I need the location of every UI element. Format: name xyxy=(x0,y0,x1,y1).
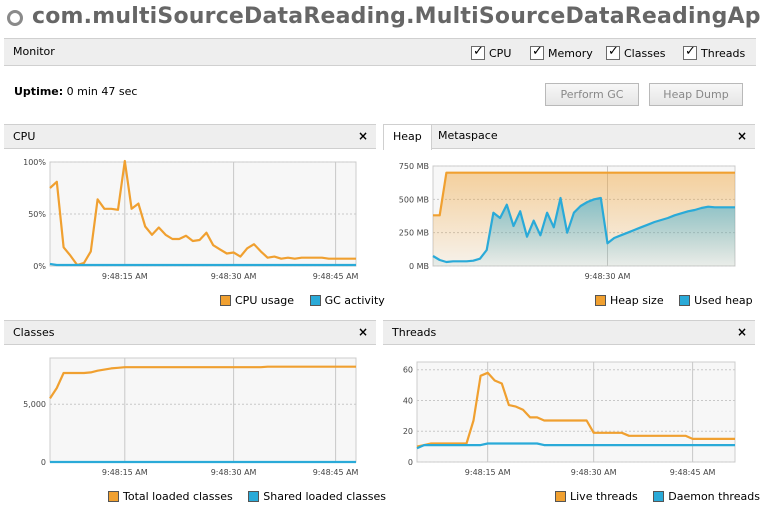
legend-swatch xyxy=(309,295,321,306)
legend-label: Used heap xyxy=(694,293,753,307)
checkmark-icon xyxy=(471,44,485,60)
classes-chart: 0 5,000 9:48:15 AM 9:48:30 AM 9:48:45 AM xyxy=(23,357,359,477)
checkmark-icon xyxy=(606,44,620,60)
cpu-panel-header: CPU × xyxy=(4,124,376,149)
heap-dump-button[interactable]: Heap Dump xyxy=(649,83,743,106)
checkbox-label: Classes xyxy=(624,46,666,60)
classes-panel-title: Classes xyxy=(13,326,55,339)
legend-swatch xyxy=(595,295,606,306)
legend-label: Shared loaded classes xyxy=(263,489,387,503)
heap-chart: 0 MB 250 MB 500 MB 750 MB 9:48:30 AM xyxy=(399,162,736,281)
legend-item: Total loaded classes xyxy=(108,490,233,503)
memory-checkbox[interactable]: Memory xyxy=(530,44,593,62)
classes-checkbox[interactable]: Classes xyxy=(606,44,666,62)
legend-label: Heap size xyxy=(610,293,664,307)
checkmark-icon xyxy=(530,44,544,60)
legend-item: GC activity xyxy=(309,293,385,307)
legend-label: Daemon threads xyxy=(668,489,760,503)
legend-swatch xyxy=(555,491,566,502)
x-tick-label: 9:48:15 AM xyxy=(102,468,148,477)
y-tick-label: 100% xyxy=(23,158,46,167)
y-tick-label: 20 xyxy=(403,427,413,436)
close-icon[interactable]: × xyxy=(737,325,747,339)
legend-swatch xyxy=(653,491,665,502)
series-line xyxy=(49,262,356,267)
legend-item: Shared loaded classes xyxy=(248,490,386,503)
x-tick-label: 9:48:30 AM xyxy=(571,468,617,477)
app-circle-icon xyxy=(7,10,23,26)
y-tick-label: 500 MB xyxy=(399,195,429,204)
y-tick-label: 40 xyxy=(403,396,413,405)
legend-label: Live threads xyxy=(570,489,638,503)
y-tick-label: 0 xyxy=(408,458,413,467)
y-tick-label: 50% xyxy=(28,210,46,219)
x-tick-label: 9:48:30 AM xyxy=(585,272,631,281)
threads-legend: Live threads Daemon threads xyxy=(543,489,760,503)
x-tick-label: 9:48:45 AM xyxy=(313,272,359,281)
close-icon[interactable]: × xyxy=(358,325,368,339)
uptime-value: 0 min 47 sec xyxy=(66,85,138,98)
legend-swatch xyxy=(679,295,691,306)
x-tick-label: 9:48:15 AM xyxy=(102,272,148,281)
x-tick-label: 9:48:45 AM xyxy=(670,468,716,477)
checkbox-label: CPU xyxy=(489,46,512,60)
plot-area xyxy=(49,357,357,463)
legend-swatch xyxy=(248,491,260,502)
legend-swatch xyxy=(220,295,231,306)
page-title: com.multiSourceDataReading.MultiSourceDa… xyxy=(32,4,760,29)
heap-legend: Heap size Used heap xyxy=(583,293,753,307)
classes-panel-header: Classes × xyxy=(4,320,376,345)
close-icon[interactable]: × xyxy=(737,129,747,143)
legend-item: Used heap xyxy=(679,294,753,307)
checkbox-label: Memory xyxy=(548,46,593,60)
y-tick-label: 0% xyxy=(33,262,46,271)
cpu-checkbox[interactable]: CPU xyxy=(471,44,512,62)
threads-panel-header: Threads × xyxy=(383,320,755,345)
classes-legend: Total loaded classes Shared loaded class… xyxy=(96,489,386,503)
x-tick-label: 9:48:30 AM xyxy=(211,272,257,281)
x-tick-label: 9:48:45 AM xyxy=(313,468,359,477)
y-tick-label: 60 xyxy=(403,366,413,375)
y-tick-label: 750 MB xyxy=(399,162,429,171)
threads-chart: 0 20 40 60 9:48:15 AM 9:48:30 AM 9:48:45 AM xyxy=(403,361,736,477)
legend-item: Daemon threads xyxy=(653,490,760,503)
cpu-legend: CPU usage GC activity xyxy=(208,293,385,307)
legend-label: Total loaded classes xyxy=(123,489,233,503)
legend-label: CPU usage xyxy=(235,293,295,307)
cpu-panel-title: CPU xyxy=(13,130,36,143)
checkbox-label: Threads xyxy=(701,46,746,60)
y-tick-label: 250 MB xyxy=(399,229,429,238)
classes-panel: Classes × 0 5,000 9:48:15 AM 9:48:30 AM 9:48… xyxy=(4,320,386,503)
threads-panel: Threads × 0 20 40 60 9:48:15 AM 9:48:30 AM 9:4… xyxy=(383,320,760,503)
uptime-readout: Uptime: 0 min 47 sec xyxy=(14,85,137,98)
y-tick-label: 0 xyxy=(41,458,46,467)
close-icon[interactable]: × xyxy=(358,129,368,143)
perform-gc-button[interactable]: Perform GC xyxy=(545,83,639,106)
legend-swatch xyxy=(108,491,119,502)
x-tick-label: 9:48:30 AM xyxy=(211,468,257,477)
checkmark-icon xyxy=(683,44,697,60)
tab-heap[interactable]: Heap xyxy=(383,124,432,150)
cpu-panel: CPU × 0% 50% 100% 9:48:15 AM 9:48:30 AM 9:48:… xyxy=(4,124,385,307)
heap-panel: Heap Metaspace × 0 MB 250 MB 500 MB 750 MB 9… xyxy=(383,124,755,307)
x-tick-label: 9:48:15 AM xyxy=(465,468,511,477)
legend-item: CPU usage xyxy=(220,294,294,307)
tab-metaspace[interactable]: Metaspace xyxy=(429,124,507,150)
heap-panel-header: Heap Metaspace × xyxy=(383,124,755,150)
legend-label: GC activity xyxy=(324,293,385,307)
cpu-chart: 0% 50% 100% 9:48:15 AM 9:48:30 AM 9:48:45 AM xyxy=(23,158,359,281)
legend-item: Live threads xyxy=(555,490,638,503)
legend-item: Heap size xyxy=(595,294,664,307)
threads-panel-title: Threads xyxy=(392,326,437,339)
y-tick-label: 0 MB xyxy=(409,262,429,271)
uptime-label: Uptime: xyxy=(14,85,64,98)
monitor-label: Monitor xyxy=(13,45,55,58)
plot-area xyxy=(416,361,736,463)
threads-checkbox[interactable]: Threads xyxy=(683,44,746,62)
window-title-bar: com.multiSourceDataReading.MultiSourceDa… xyxy=(0,0,760,38)
monitor-bar: Monitor CPU Memory Classes Threads xyxy=(4,38,756,66)
y-tick-label: 5,000 xyxy=(23,400,46,409)
